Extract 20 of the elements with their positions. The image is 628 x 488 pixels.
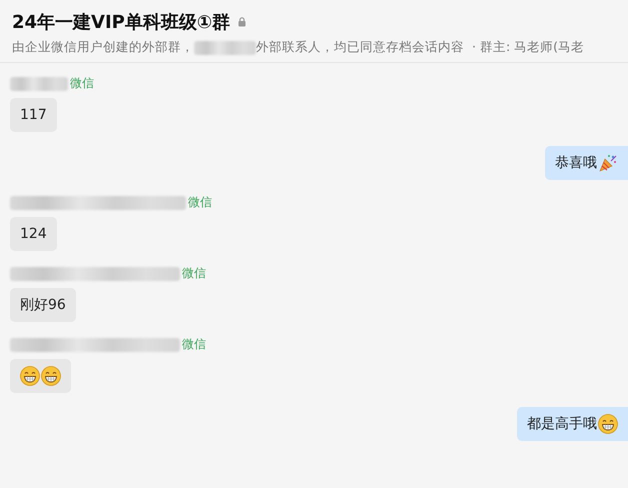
blurred-sender-name	[10, 76, 68, 90]
wechat-tag: 微信	[182, 265, 206, 282]
lock-icon	[238, 17, 246, 27]
wechat-tag: 微信	[188, 194, 212, 211]
grinning-emoji-icon	[20, 366, 40, 386]
group-info-text: 由企业微信用户创建的外部群，	[12, 39, 194, 56]
group-info-text: 外部联系人，均已同意存档会话内容	[256, 39, 464, 56]
message-bubble: 124	[10, 217, 57, 251]
grinning-emoji-icon	[41, 366, 61, 386]
party-popper-icon	[598, 153, 618, 173]
blurred-text	[194, 40, 256, 54]
wechat-tag: 微信	[182, 336, 206, 353]
message-bubble: 刚好96	[10, 288, 76, 322]
group-info-text: · 群主: 马老师(马老	[472, 39, 584, 56]
wechat-tag: 微信	[70, 75, 94, 92]
chat-title: 24年一建VIP单科班级①群	[12, 11, 230, 34]
message-bubble: 都是高手哦	[517, 407, 628, 441]
grinning-emoji-icon	[598, 414, 618, 434]
message-bubble: 恭喜哦	[545, 146, 628, 180]
message-bubble: 117	[10, 98, 57, 132]
